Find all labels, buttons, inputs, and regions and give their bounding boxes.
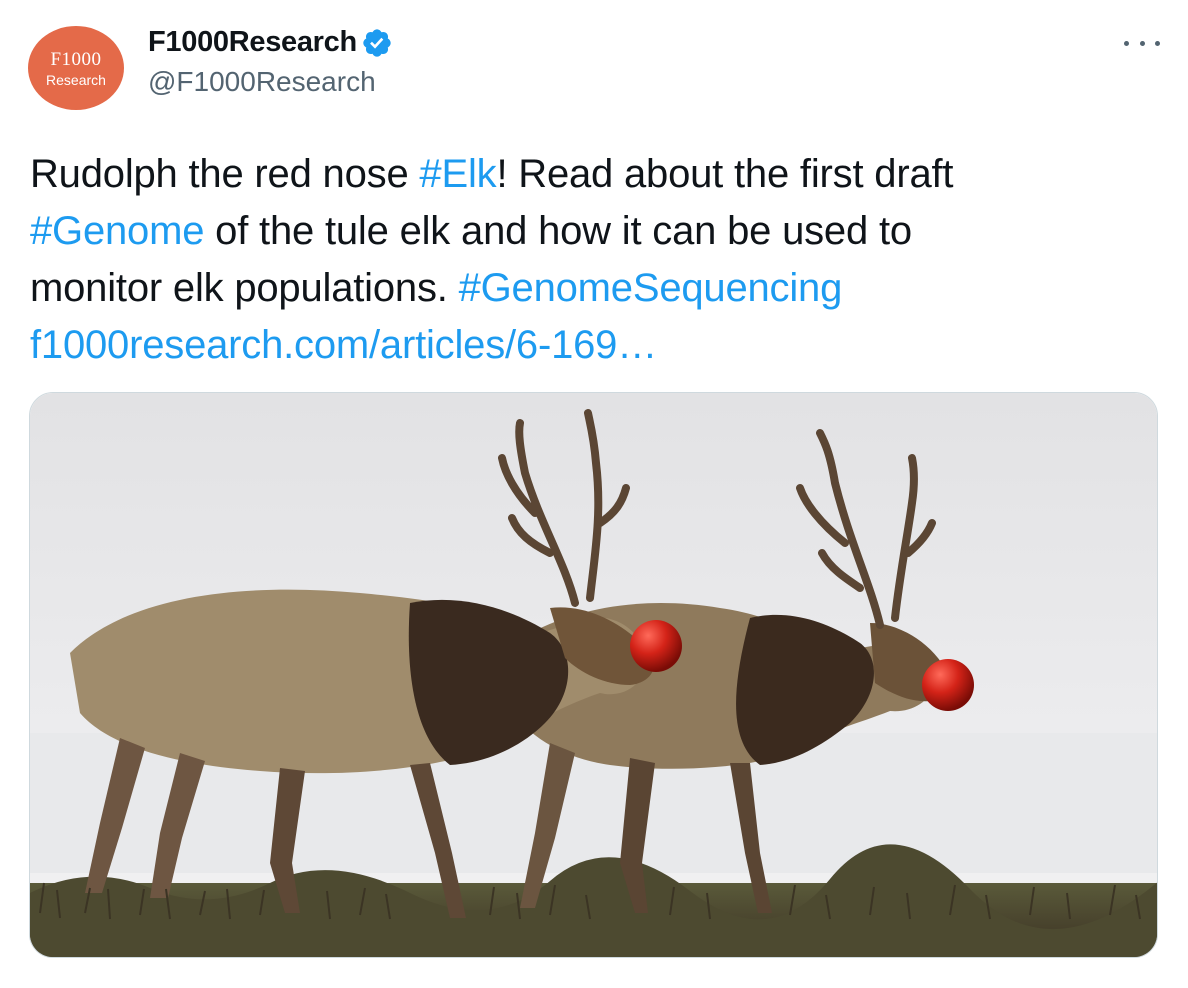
tweet-text-line: Rudolph the red nose #Elk! Read about th… [30, 146, 1170, 203]
hashtag-link[interactable]: #Genome [30, 209, 204, 253]
tweet-text-segment: monitor elk populations. [30, 266, 459, 310]
dot [1139, 40, 1145, 46]
user-name-row: F1000Research [148, 26, 393, 59]
hashtag-link[interactable]: #Elk [419, 152, 496, 196]
verified-badge-icon [363, 28, 391, 57]
tweet-text-segment: Rudolph the red nose [30, 152, 420, 196]
elk-photo-illustration [30, 393, 1157, 957]
dot [1124, 40, 1129, 46]
tweet-text-segment: of the tule elk and how it can be used t… [204, 209, 912, 253]
tweet-text-line: #Genome of the tule elk and how it can b… [30, 203, 1170, 260]
tweet-text-segment: ! Read about the first draft [496, 152, 954, 196]
hashtag-link[interactable]: #GenomeSequencing [459, 266, 843, 310]
user-handle[interactable]: @F1000Research [148, 66, 376, 98]
avatar-logo-line2: Research [46, 71, 106, 88]
avatar[interactable]: F1000 Research [28, 26, 124, 110]
article-link[interactable]: f1000research.com/articles/6-169… [30, 323, 657, 367]
tweet-text-line: monitor elk populations. #GenomeSequenci… [30, 260, 1170, 317]
display-name[interactable]: F1000Research [148, 26, 357, 59]
tweet-text: Rudolph the red nose #Elk! Read about th… [30, 146, 1170, 374]
dot [1155, 40, 1160, 46]
tweet-photo[interactable] [29, 392, 1158, 958]
tweet-text-line: f1000research.com/articles/6-169… [30, 317, 1170, 374]
avatar-logo-line1: F1000 [50, 48, 102, 70]
more-dots-icon[interactable] [1124, 34, 1160, 52]
